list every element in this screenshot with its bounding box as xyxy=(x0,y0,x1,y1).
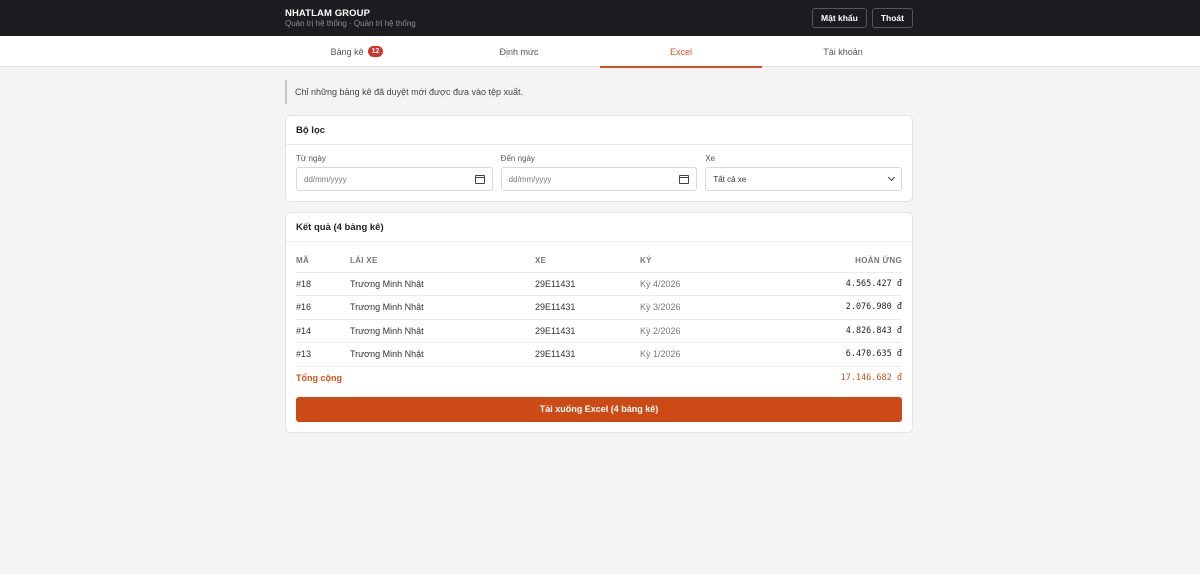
tab-tai-khoan[interactable]: Tài khoản xyxy=(762,36,924,67)
row-period: Kỳ 2/2026 xyxy=(640,319,760,343)
row-id: #18 xyxy=(296,272,350,296)
to-date-input[interactable]: dd/mm/yyyy xyxy=(500,167,698,191)
table-header-row: MÃ LÁI XE XE KỲ HOÀN ỨNG xyxy=(296,250,902,273)
results-title: Kết quả (4 bảng kê) xyxy=(286,213,912,242)
table-row: #13 Trương Minh Nhật 29E11431 Kỳ 1/2026 … xyxy=(296,342,902,367)
tab-label: Excel xyxy=(669,46,692,57)
row-id: #13 xyxy=(296,342,350,367)
vehicle-field: Xe Tất cả xe xyxy=(705,154,903,191)
tab-bang-ke[interactable]: Bảng kê 12 xyxy=(276,36,438,67)
from-date-label: Từ ngày xyxy=(296,154,326,163)
row-driver: Trương Minh Nhật xyxy=(350,319,535,343)
calendar-icon[interactable] xyxy=(679,174,690,184)
tab-bar: Bảng kê 12 Định mức Excel Tài khoản xyxy=(0,36,1200,68)
row-amount: 6.470.635 đ xyxy=(760,342,902,367)
vehicle-selected-value: Tất cả xe xyxy=(713,174,747,184)
tab-label: Tài khoản xyxy=(823,46,863,57)
row-id: #14 xyxy=(296,319,350,343)
filter-title: Bộ lọc xyxy=(286,116,912,145)
row-period: Kỳ 3/2026 xyxy=(640,295,760,320)
vehicle-select[interactable]: Tất cả xe xyxy=(705,167,903,191)
brand-title: NHATLAM GROUP xyxy=(285,7,371,19)
main-content: Chỉ những bảng kê đã duyệt mới được đưa … xyxy=(285,80,913,433)
row-vehicle: 29E11431 xyxy=(535,295,640,320)
row-period: Kỳ 1/2026 xyxy=(640,342,760,367)
column-header-vehicle: XE xyxy=(535,250,640,273)
total-label: Tổng cộng xyxy=(296,373,342,383)
tab-label: Bảng kê xyxy=(330,46,364,57)
notice-text: Chỉ những bảng kê đã duyệt mới được đưa … xyxy=(285,80,913,104)
to-date-label: Đến ngày xyxy=(500,154,535,163)
change-password-button[interactable]: Mật khẩu xyxy=(812,8,867,28)
row-id: #16 xyxy=(296,295,350,320)
brand-subtitle: Quản trị hệ thống · Quản trị hệ thống xyxy=(285,18,416,28)
from-date-input[interactable]: dd/mm/yyyy xyxy=(296,167,493,191)
row-amount: 4.565.427 đ xyxy=(760,272,902,296)
tab-excel[interactable]: Excel xyxy=(600,36,762,68)
column-header-period: KỲ xyxy=(640,250,760,273)
table-row: #14 Trương Minh Nhật 29E11431 Kỳ 2/2026 … xyxy=(296,319,902,343)
to-date-placeholder: dd/mm/yyyy xyxy=(508,174,552,184)
column-header-id: MÃ xyxy=(296,250,350,273)
download-excel-button[interactable]: Tải xuống Excel (4 bảng kê) xyxy=(296,396,902,422)
chevron-down-icon xyxy=(887,173,896,182)
total-row: Tổng cộng 17.146.682 đ xyxy=(296,366,902,390)
column-header-driver: LÁI XE xyxy=(350,250,535,273)
to-date-field: Đến ngày dd/mm/yyyy xyxy=(500,154,698,191)
table-row: #18 Trương Minh Nhật 29E11431 Kỳ 4/2026 … xyxy=(296,272,902,296)
row-driver: Trương Minh Nhật xyxy=(350,342,535,367)
column-header-amount: HOÀN ỨNG xyxy=(760,250,902,273)
row-driver: Trương Minh Nhật xyxy=(350,272,535,296)
filter-card: Bộ lọc Từ ngày dd/mm/yyyy Đến ngày dd/mm… xyxy=(285,115,913,202)
from-date-field: Từ ngày dd/mm/yyyy xyxy=(296,154,493,191)
top-actions: Mật khẩu Thoát xyxy=(812,8,913,28)
brand: NHATLAM GROUP Quản trị hệ thống · Quản t… xyxy=(285,8,416,29)
row-vehicle: 29E11431 xyxy=(535,342,640,367)
table-row: #16 Trương Minh Nhật 29E11431 Kỳ 3/2026 … xyxy=(296,295,902,320)
tab-label: Định mức xyxy=(499,46,539,57)
calendar-icon[interactable] xyxy=(474,174,485,184)
row-vehicle: 29E11431 xyxy=(535,319,640,343)
row-amount: 2.076.980 đ xyxy=(760,295,902,320)
count-badge: 12 xyxy=(367,46,384,57)
row-amount: 4.826.843 đ xyxy=(760,319,902,343)
logout-button[interactable]: Thoát xyxy=(871,8,913,28)
vehicle-label: Xe xyxy=(705,154,716,163)
row-period: Kỳ 4/2026 xyxy=(640,272,760,296)
results-table: MÃ LÁI XE XE KỲ HOÀN ỨNG #18 Trương Minh… xyxy=(296,250,902,390)
tab-dinh-muc[interactable]: Định mức xyxy=(438,36,600,67)
from-date-placeholder: dd/mm/yyyy xyxy=(304,174,347,184)
results-card: Kết quả (4 bảng kê) MÃ LÁI XE XE KỲ HOÀN… xyxy=(285,212,913,433)
row-vehicle: 29E11431 xyxy=(535,272,640,296)
top-bar: NHATLAM GROUP Quản trị hệ thống · Quản t… xyxy=(0,0,1200,36)
row-driver: Trương Minh Nhật xyxy=(350,295,535,320)
total-value: 17.146.682 đ xyxy=(840,373,902,383)
filter-fields: Từ ngày dd/mm/yyyy Đến ngày dd/mm/yyyy X… xyxy=(286,145,912,201)
